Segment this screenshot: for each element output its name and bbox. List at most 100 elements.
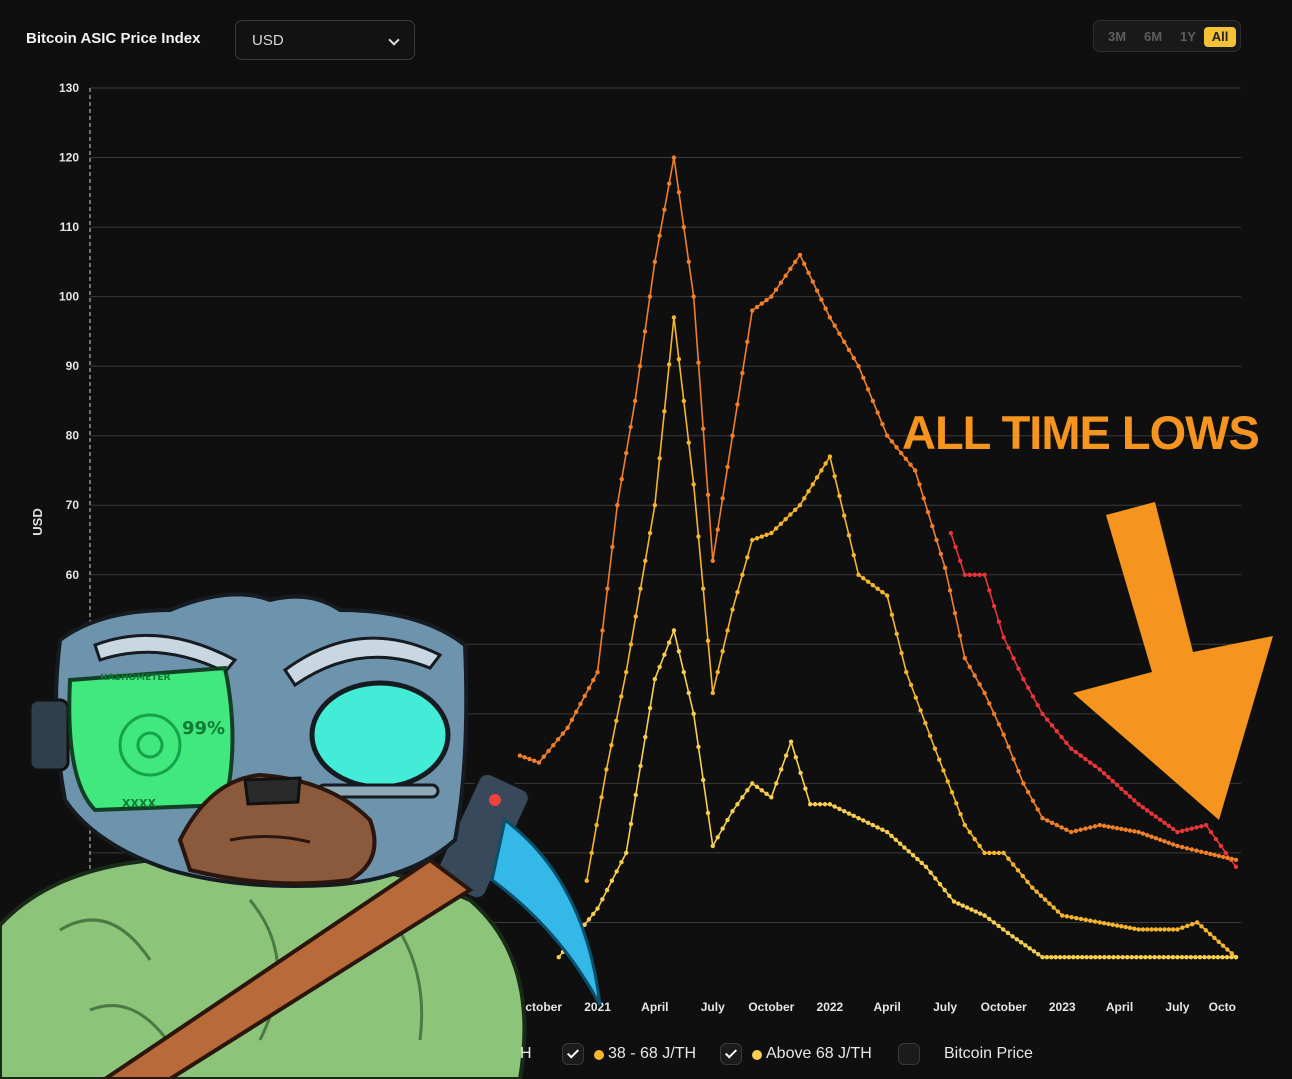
data-point	[1078, 827, 1083, 832]
data-point	[1092, 763, 1098, 769]
data-point	[952, 610, 958, 616]
data-point	[740, 572, 745, 577]
data-point	[1011, 756, 1016, 762]
data-point	[1179, 955, 1185, 960]
data-point	[962, 822, 968, 828]
data-point	[912, 468, 918, 473]
data-point	[1120, 955, 1125, 960]
data-point	[1097, 822, 1102, 828]
data-point	[591, 911, 596, 917]
data-point	[691, 711, 696, 717]
data-point	[609, 742, 614, 748]
data-point	[647, 530, 653, 536]
data-point	[884, 433, 890, 438]
legend-color-dot	[752, 1050, 762, 1060]
data-point	[560, 731, 566, 736]
data-point	[1184, 955, 1189, 960]
data-point	[1225, 855, 1230, 861]
data-point	[1011, 862, 1016, 867]
data-point	[1132, 829, 1137, 834]
data-point	[1166, 955, 1171, 960]
data-point	[1114, 923, 1120, 928]
data-point	[769, 530, 774, 536]
data-point	[1119, 924, 1124, 929]
data-point	[595, 906, 600, 911]
data-point	[875, 410, 880, 415]
data-point	[720, 496, 725, 501]
legend-checkbox[interactable]	[898, 1043, 920, 1065]
data-point	[624, 669, 629, 675]
data-point	[832, 323, 837, 328]
data-point	[1025, 789, 1031, 795]
data-point	[1035, 702, 1040, 708]
data-point	[987, 588, 992, 593]
data-point	[1156, 955, 1162, 960]
data-point	[725, 464, 730, 470]
data-point	[925, 509, 931, 515]
legend-item-above-68[interactable]: Above 68 J/TH	[720, 1043, 880, 1067]
data-point	[884, 829, 890, 835]
data-point	[638, 763, 643, 769]
data-point	[1136, 829, 1141, 835]
data-point	[1064, 914, 1070, 919]
data-point	[1023, 943, 1028, 948]
data-point	[807, 802, 813, 807]
data-point	[710, 558, 715, 564]
data-point	[701, 777, 706, 783]
data-point	[1153, 927, 1159, 932]
data-point	[541, 754, 546, 759]
data-point	[774, 781, 779, 786]
data-point	[996, 619, 1002, 624]
data-point	[1119, 786, 1124, 791]
data-point	[710, 843, 715, 849]
data-point	[1106, 775, 1111, 780]
data-point	[1088, 760, 1093, 765]
data-point	[686, 690, 691, 696]
data-point	[973, 909, 979, 914]
data-point	[851, 813, 856, 819]
data-point	[1069, 915, 1074, 920]
data-point	[814, 475, 820, 480]
legend-checkbox[interactable]	[562, 1043, 584, 1065]
data-point	[893, 837, 899, 842]
data-point	[933, 876, 938, 881]
data-point	[1073, 749, 1079, 755]
data-point	[769, 294, 774, 299]
data-point	[948, 530, 954, 536]
legend-item-bitcoin-price[interactable]: Bitcoin Price	[898, 1043, 1048, 1067]
data-point	[902, 845, 907, 850]
data-point	[996, 923, 1001, 929]
data-point	[1064, 740, 1069, 746]
data-point	[1124, 955, 1130, 960]
data-point	[1145, 927, 1150, 932]
data-point	[1101, 823, 1107, 829]
data-point	[1138, 955, 1144, 960]
data-point	[642, 329, 648, 334]
data-point	[536, 760, 542, 765]
data-point	[851, 355, 856, 361]
data-point	[614, 718, 619, 723]
data-point	[923, 720, 928, 726]
sloth-character-icon: HASHOMETER 99% XXXX	[0, 592, 602, 1079]
data-point	[745, 788, 750, 793]
data-point	[1083, 756, 1088, 762]
data-point	[1110, 778, 1115, 784]
data-point	[977, 682, 982, 687]
data-point	[1001, 927, 1006, 932]
legend-checkbox[interactable]	[720, 1043, 742, 1065]
legend-item-38-68[interactable]: 38 - 68 J/TH	[562, 1043, 702, 1067]
data-point	[1220, 854, 1226, 860]
data-point	[759, 788, 764, 793]
data-point	[949, 790, 955, 795]
data-point	[652, 259, 658, 265]
data-point	[1175, 843, 1180, 849]
data-point	[730, 607, 735, 612]
data-point	[956, 901, 961, 906]
data-point	[875, 825, 880, 830]
data-point	[1040, 815, 1045, 821]
y-tick-label: 100	[59, 290, 79, 304]
data-point	[812, 802, 818, 807]
data-point	[1149, 834, 1154, 839]
data-point	[977, 843, 982, 849]
data-point	[819, 297, 824, 302]
